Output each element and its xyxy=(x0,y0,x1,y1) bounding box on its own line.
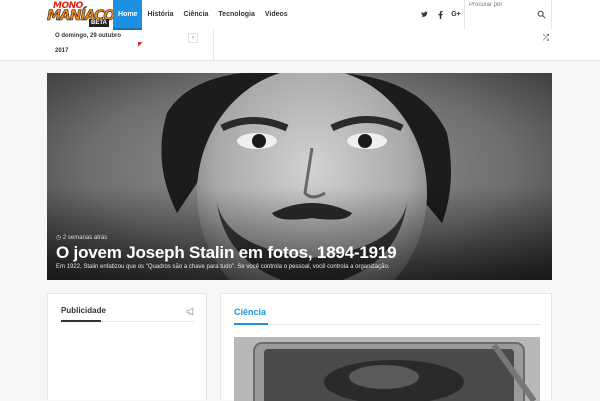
featured-post[interactable]: ◷ 2 semanas atrás O jovem Joseph Stalin … xyxy=(47,73,552,280)
featured-post-excerpt: Em 1922, Stalin enfatizou que os "Quadro… xyxy=(56,264,390,270)
phone-photo xyxy=(234,337,540,401)
random-article-icon[interactable]: ⤮ xyxy=(540,32,552,44)
nav-item-videos[interactable]: Videos xyxy=(260,0,293,30)
nav-item-ciencia[interactable]: Ciência xyxy=(179,0,214,30)
google-plus-icon[interactable]: G+ xyxy=(448,0,464,30)
widget-divider-accent xyxy=(61,320,101,322)
nav-item-historia[interactable]: História xyxy=(142,0,178,30)
section-title[interactable]: Ciência xyxy=(234,307,266,317)
site-logo[interactable]: MONO MANÍACOS BETA xyxy=(47,1,125,28)
date-ticker-bar: O domingo, 29 outubro 2017 ◤ ‹ ⤮ xyxy=(0,30,600,61)
ads-widget: Publicidade xyxy=(47,293,207,400)
article-thumbnail[interactable] xyxy=(234,337,540,401)
nav-item-home[interactable]: Home xyxy=(113,0,143,30)
search-icon[interactable] xyxy=(537,10,546,19)
ticker-prev-button[interactable]: ‹ xyxy=(188,33,198,43)
science-section: Ciência xyxy=(220,293,552,401)
search-input[interactable] xyxy=(469,0,533,10)
twitter-icon[interactable] xyxy=(416,0,432,30)
top-navigation-bar: MONO MANÍACOS BETA Home História Ciência… xyxy=(0,0,600,31)
current-date: O domingo, 29 outubro xyxy=(55,33,121,39)
main-menu: Home História Ciência Tecnologia Videos xyxy=(113,0,293,30)
post-time-text: 2 semanas atrás xyxy=(62,235,108,241)
section-divider-accent xyxy=(234,323,268,325)
post-time: ◷ 2 semanas atrás xyxy=(56,235,108,241)
megaphone-icon xyxy=(186,307,194,316)
facebook-icon[interactable] xyxy=(432,0,448,30)
divider xyxy=(213,30,214,60)
section-divider xyxy=(234,324,540,325)
logo-badge: BETA xyxy=(89,19,109,27)
nav-item-tecnologia[interactable]: Tecnologia xyxy=(213,0,259,30)
current-year: 2017 xyxy=(55,48,69,54)
featured-post-title[interactable]: O jovem Joseph Stalin em fotos, 1894-191… xyxy=(56,243,397,263)
breaking-flag-icon: ◤ xyxy=(138,42,143,48)
search-box xyxy=(464,0,552,30)
logo-line2: MANÍACOS xyxy=(47,8,125,25)
widget-title: Publicidade xyxy=(61,306,106,315)
